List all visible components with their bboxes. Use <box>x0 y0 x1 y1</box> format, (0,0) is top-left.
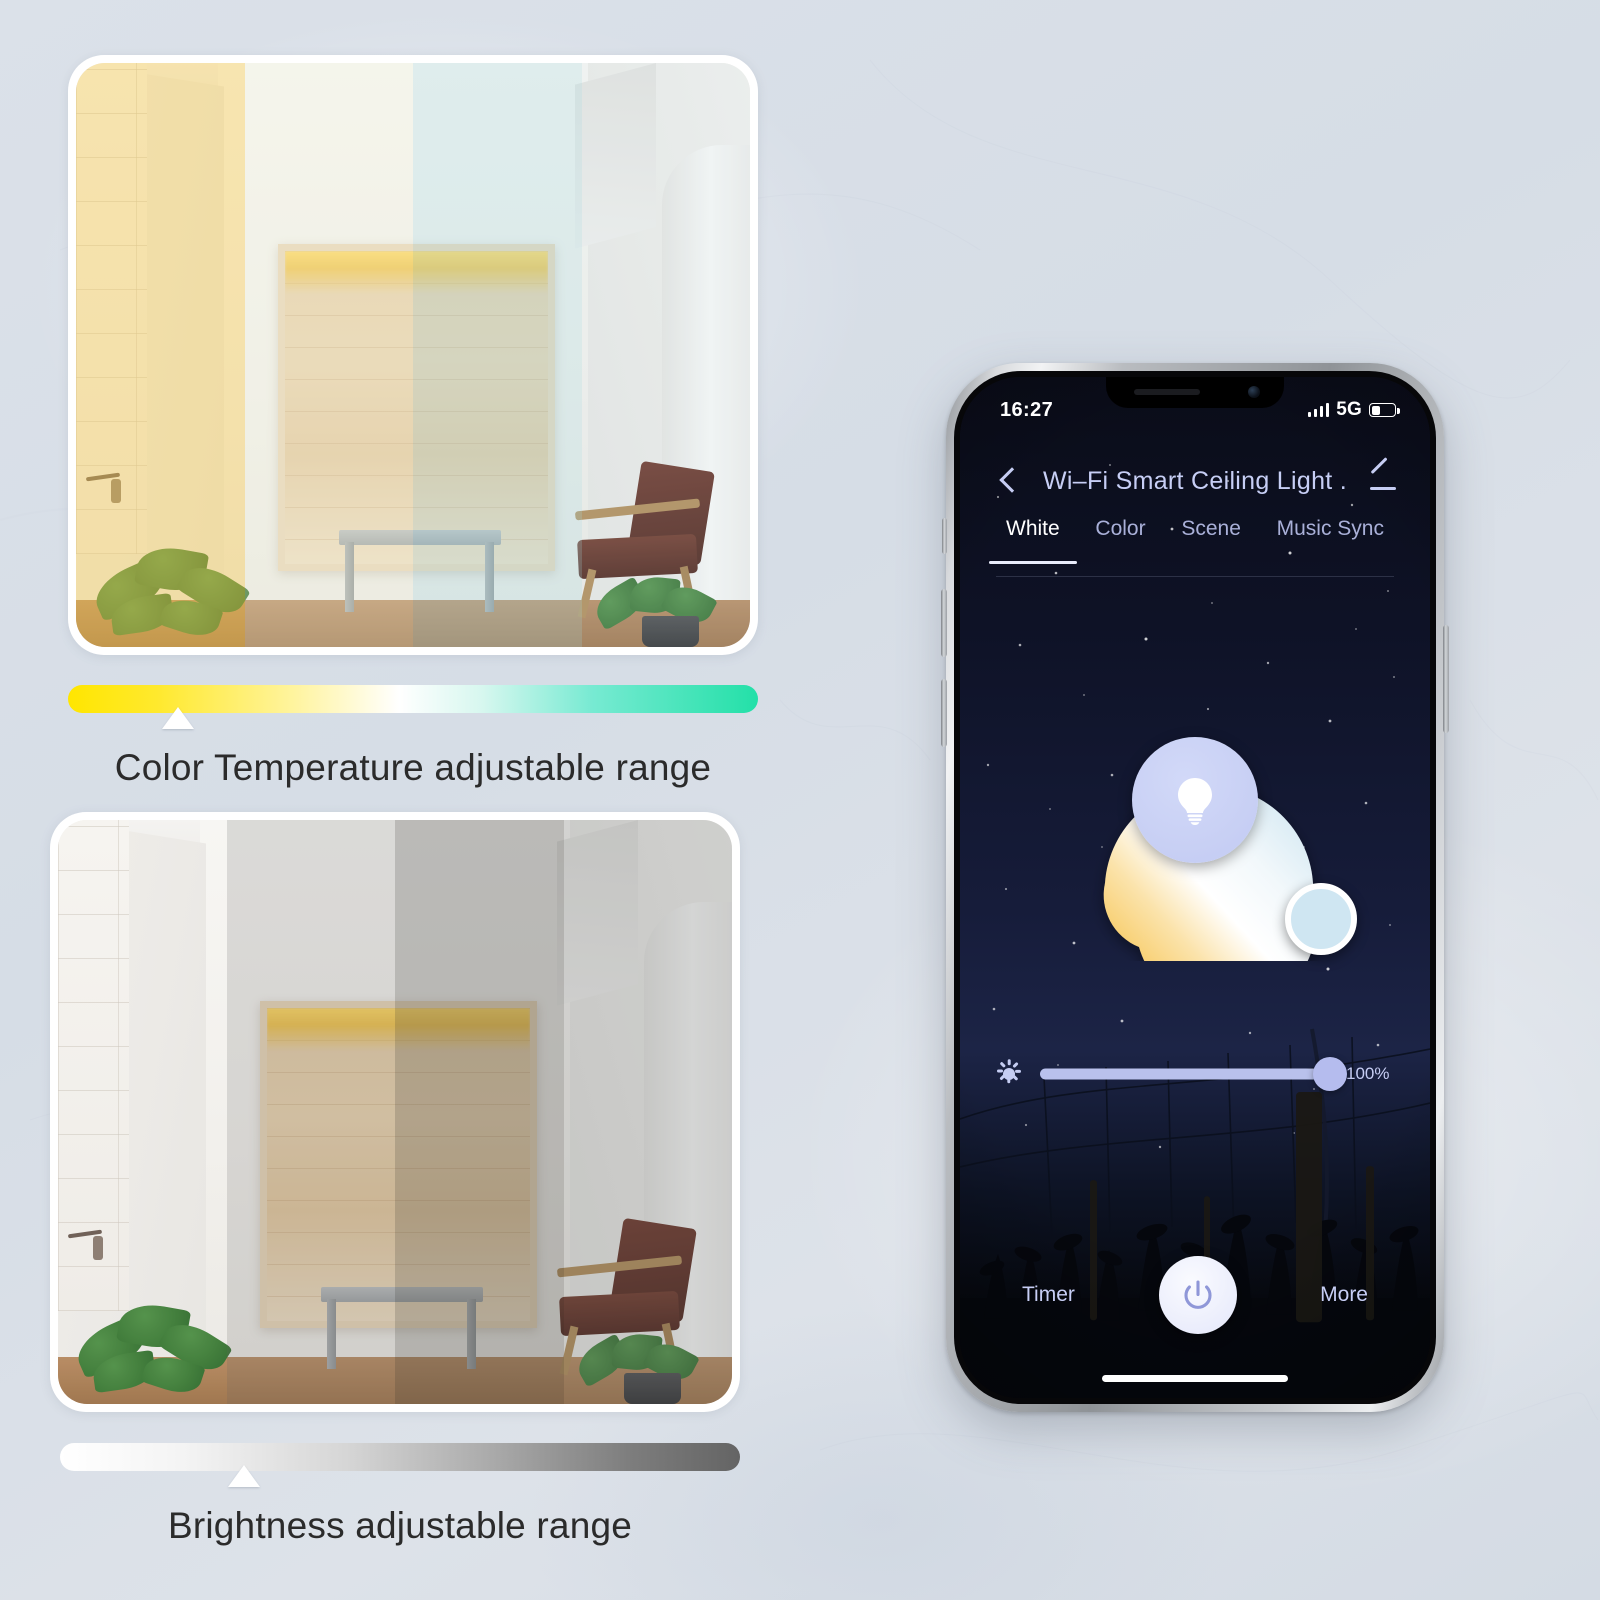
front-camera <box>1248 386 1260 398</box>
power-icon <box>1183 1280 1212 1309</box>
tabs-divider <box>996 576 1394 577</box>
color-temperature-gradient-bar[interactable] <box>68 685 758 729</box>
battery-icon <box>1369 403 1400 417</box>
side-power-button[interactable] <box>1443 625 1449 733</box>
zone-coolest <box>581 63 750 647</box>
more-button[interactable]: More <box>1320 1283 1368 1307</box>
color-temperature-dial[interactable] <box>1027 639 1363 961</box>
brightness-scale-label: Brightness adjustable range <box>167 1505 633 1546</box>
zone-cool <box>413 63 582 647</box>
color-temperature-thumb[interactable] <box>1285 883 1357 955</box>
brightness-value-label: 100% <box>1346 1064 1390 1083</box>
zone-medium <box>226 820 395 1404</box>
brightness-zone-overlays <box>58 820 732 1404</box>
earpiece-speaker <box>1134 389 1200 395</box>
tab-white[interactable]: White <box>1006 517 1060 554</box>
signal-bars-icon <box>1307 403 1330 417</box>
color-temperature-scale-label: Color Temperature adjustable range <box>114 747 712 788</box>
power-button[interactable] <box>1158 1256 1237 1334</box>
home-indicator[interactable] <box>1102 1375 1288 1382</box>
left-comparison-panel: Color Temperature adjustable range Brigh… <box>0 0 800 1600</box>
dial-center-button[interactable] <box>1132 737 1258 863</box>
color-temperature-scale: Color Temperature adjustable range <box>68 685 758 789</box>
tab-music-sync[interactable]: Music Sync <box>1277 517 1384 554</box>
brightness-marker[interactable] <box>227 1465 260 1487</box>
brightness-slider-row: 100% <box>960 1051 1430 1097</box>
app-nav-bar: Wi–Fi Smart Ceiling Light . <box>960 455 1430 507</box>
volume-up-button[interactable] <box>941 589 947 657</box>
brightness-slider-knob[interactable] <box>1313 1057 1347 1091</box>
zone-dim <box>395 820 564 1404</box>
zone-dark <box>563 820 732 1404</box>
smartphone-mockup: 16:27 5G Wi–Fi Smart Ceiling Light . Whi… <box>941 363 1449 1412</box>
mute-switch[interactable] <box>942 518 947 554</box>
zone-bright <box>58 820 227 1404</box>
brightness-photo-card <box>50 812 740 1412</box>
brightness-scale: Brightness adjustable range <box>60 1443 740 1547</box>
phone-screen: 16:27 5G Wi–Fi Smart Ceiling Light . Whi… <box>960 377 1430 1398</box>
volume-down-button[interactable] <box>941 679 947 747</box>
light-bulb-icon <box>1178 778 1212 825</box>
page-title: Wi–Fi Smart Ceiling Light . <box>1042 466 1348 495</box>
status-bar-time: 16:27 <box>1000 398 1054 421</box>
color-temperature-photo-card <box>68 55 758 655</box>
phone-notch <box>1106 377 1284 408</box>
brightness-sun-icon <box>994 1059 1024 1089</box>
brightness-gradient-bar[interactable] <box>60 1443 740 1487</box>
chevron-left-icon[interactable] <box>990 464 1024 498</box>
color-temperature-zone-overlays <box>76 63 750 647</box>
pencil-icon[interactable] <box>1366 457 1400 498</box>
timer-button[interactable]: Timer <box>1022 1283 1075 1307</box>
color-temperature-photo <box>76 63 750 647</box>
network-type-label: 5G <box>1336 399 1362 420</box>
bottom-action-bar: Timer More <box>960 1240 1430 1350</box>
tab-scene[interactable]: Scene <box>1181 517 1241 554</box>
zone-neutral <box>244 63 413 647</box>
zone-warm <box>76 63 245 647</box>
brightness-slider-rail <box>1040 1068 1330 1080</box>
color-temperature-marker[interactable] <box>162 707 195 729</box>
tab-color[interactable]: Color <box>1095 517 1145 554</box>
mode-tabs: White Color Scene Music Sync <box>960 517 1430 554</box>
brightness-slider[interactable] <box>1040 1057 1347 1091</box>
brightness-photo <box>58 820 732 1404</box>
